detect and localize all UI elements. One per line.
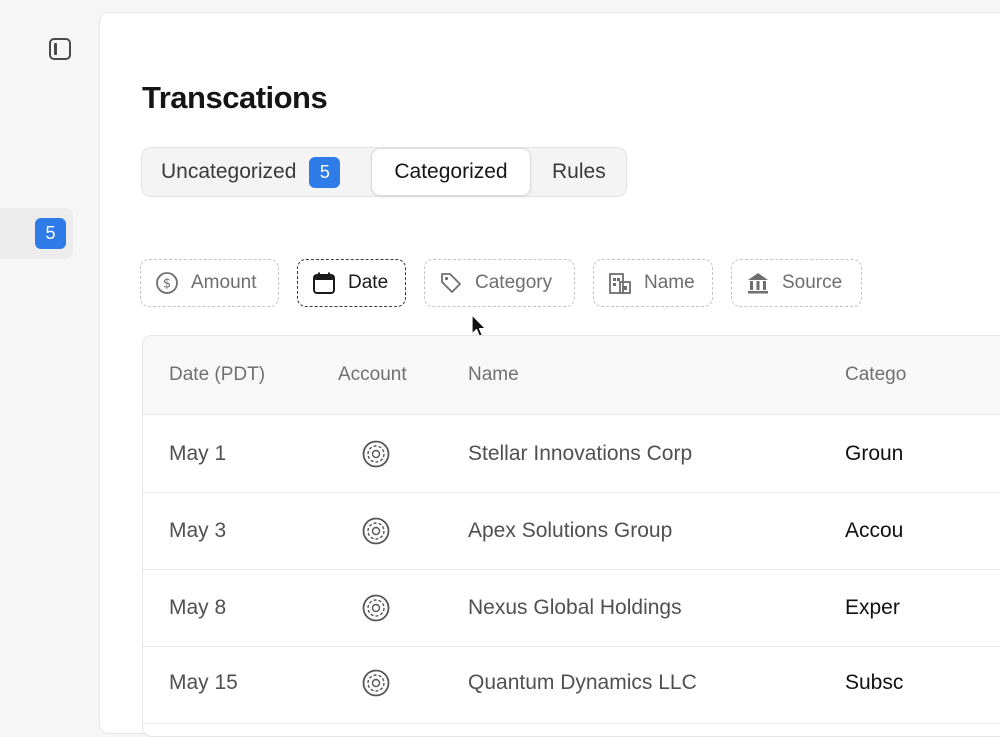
tab-uncategorized[interactable]: Uncategorized 5 (161, 148, 341, 196)
account-logo-icon (362, 415, 390, 492)
sidebar: 5 (0, 0, 98, 700)
table-row[interactable]: May 3 Apex Solutions Group Accou (143, 492, 1000, 570)
table-header: Date (PDT) Account Name Catego (143, 336, 1000, 415)
row-category[interactable]: Subsc (845, 644, 903, 721)
source-filter-label: Source (782, 272, 843, 293)
row-category[interactable]: Groun (845, 415, 903, 492)
tab-rules[interactable]: Rules (552, 148, 606, 196)
calendar-icon (312, 271, 336, 295)
tab-rules-label: Rules (552, 160, 606, 183)
row-name: Quantum Dynamics LLC (468, 670, 697, 694)
transactions-table: Date (PDT) Account Name Catego May 1 Ste… (142, 335, 1000, 737)
row-name: Apex Solutions Group (468, 518, 673, 542)
column-header-category[interactable]: Catego (845, 336, 906, 414)
row-category[interactable]: Exper (845, 569, 900, 646)
table-row[interactable]: May 15 Quantum Dynamics LLC Subsc (143, 646, 1000, 724)
tab-uncategorized-label: Uncategorized (161, 160, 297, 183)
row-category[interactable]: Accou (845, 492, 903, 569)
tab-categorized[interactable]: Categorized (371, 148, 531, 196)
amount-filter-label: Amount (191, 272, 257, 293)
date-filter-label: Date (348, 272, 389, 293)
row-date: May 8 (169, 595, 227, 619)
column-header-account[interactable]: Account (338, 336, 407, 414)
svg-text:$: $ (163, 277, 171, 292)
source-filter-button[interactable]: Source (731, 259, 862, 307)
bank-icon (746, 271, 770, 295)
row-name: Nexus Global Holdings (468, 595, 682, 619)
account-logo-icon (362, 569, 390, 646)
table-row[interactable]: May 1 Stellar Innovations Corp Groun (143, 415, 1000, 493)
amount-filter-button[interactable]: $ Amount (140, 259, 279, 307)
tab-categorized-label: Categorized (394, 160, 508, 183)
name-filter-button[interactable]: Name (593, 259, 713, 307)
sidebar-item-uncategorized[interactable]: 5 (0, 208, 73, 259)
account-logo-icon (362, 644, 390, 721)
row-date: May 1 (169, 441, 227, 465)
category-filter-button[interactable]: Category (424, 259, 575, 307)
row-date: May 15 (169, 670, 238, 694)
tab-bar: Uncategorized 5 Categorized Rules (141, 147, 627, 197)
sidebar-count-badge: 5 (35, 218, 66, 249)
page-title: Transcations (142, 80, 328, 115)
category-filter-label: Category (475, 272, 553, 293)
uncategorized-count-badge: 5 (309, 156, 341, 188)
column-header-date[interactable]: Date (PDT) (169, 336, 265, 414)
column-header-name[interactable]: Name (468, 336, 519, 414)
table-row[interactable]: May 8 Nexus Global Holdings Exper (143, 569, 1000, 647)
row-name: Stellar Innovations Corp (468, 441, 693, 465)
dollar-circle-icon: $ (155, 271, 179, 295)
sidebar-toggle-button[interactable] (49, 38, 71, 60)
building-icon (608, 271, 632, 295)
date-filter-button[interactable]: Date (297, 259, 406, 307)
row-date: May 3 (169, 518, 227, 542)
account-logo-icon (362, 492, 390, 569)
tag-icon (439, 271, 463, 295)
name-filter-label: Name (644, 272, 695, 293)
sidebar-toggle-icon (49, 38, 71, 60)
